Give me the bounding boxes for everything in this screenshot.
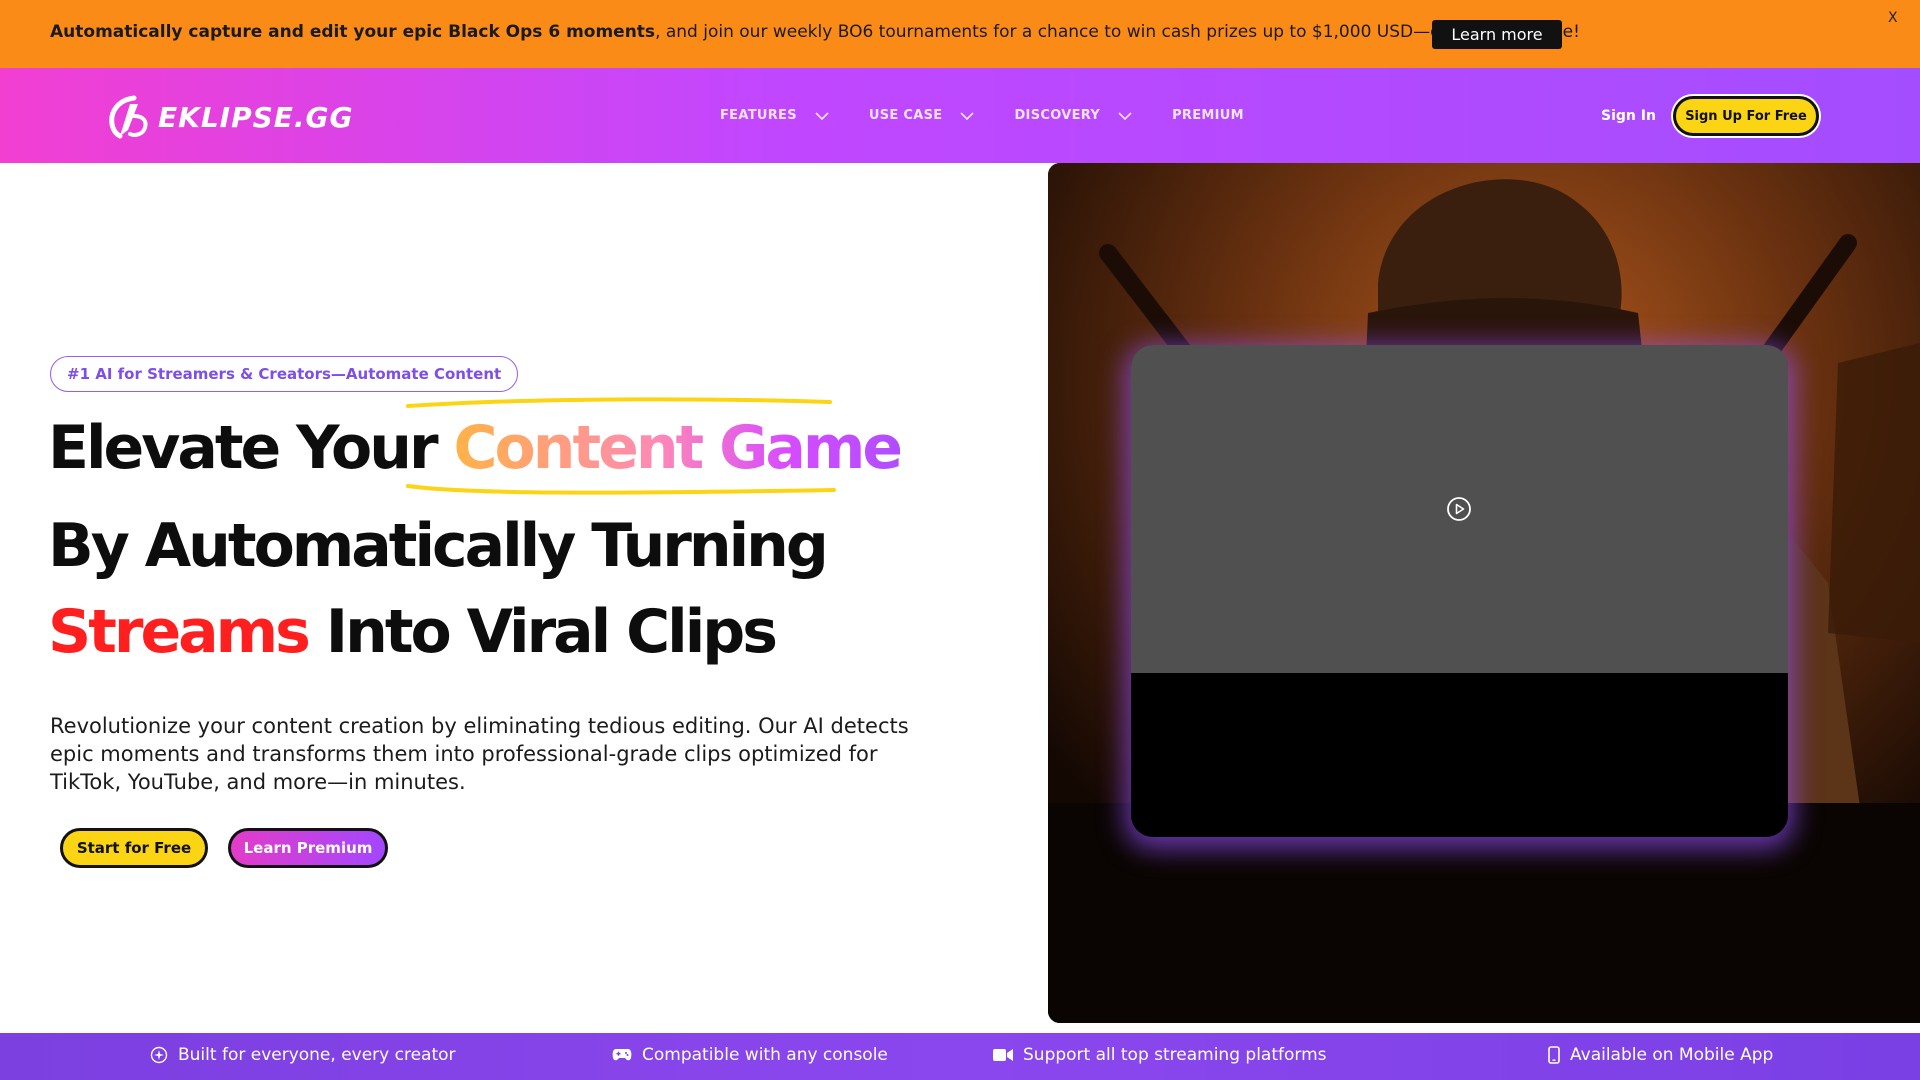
eklipse-logo[interactable]: EKLIPSE.GG xyxy=(104,94,354,140)
feature-label: Compatible with any console xyxy=(642,1045,888,1065)
start-for-free-button[interactable]: Start for Free xyxy=(60,828,208,868)
headline-text: Into Viral Clips xyxy=(307,597,778,667)
headline-line-2: By Automatically Turning xyxy=(48,511,829,581)
nav-item-label: FEATURES xyxy=(720,108,797,123)
nav-item-label: USE CASE xyxy=(868,108,943,123)
site-header: EKLIPSE.GG FEATURES USE CASE DISCOVERY P… xyxy=(0,68,1920,163)
nav-item-use-case[interactable]: USE CASE xyxy=(869,108,975,123)
feature-item-built-for-everyone: Built for everyone, every creator xyxy=(150,1045,456,1065)
hero-description: Revolutionize your content creation by e… xyxy=(50,714,909,794)
learn-more-button[interactable]: Learn more xyxy=(1432,20,1562,49)
promo-banner: Automatically capture and edit your epic… xyxy=(0,0,1920,68)
feature-label: Built for everyone, every creator xyxy=(178,1045,456,1065)
headline-text: Elevate Your xyxy=(48,413,454,483)
headline-highlight-content-game: Content Game xyxy=(453,413,903,483)
nav-item-label: PREMIUM xyxy=(1172,108,1244,123)
sign-up-button[interactable]: Sign Up For Free xyxy=(1673,96,1819,136)
video-camera-icon xyxy=(993,1049,1013,1061)
nav-item-premium[interactable]: PREMIUM xyxy=(1172,108,1244,123)
feature-strip: Built for everyone, every creator Compat… xyxy=(0,1033,1920,1080)
promo-text: Automatically capture and edit your epic… xyxy=(50,22,1580,42)
headline-highlight-streams: Streams xyxy=(48,597,311,667)
headline-line-1: Elevate Your Content Game xyxy=(48,418,903,478)
nav-item-discovery[interactable]: DISCOVERY xyxy=(1014,108,1132,123)
main-nav: FEATURES USE CASE DISCOVERY PREMIUM xyxy=(720,108,1284,123)
feature-item-any-console: Compatible with any console xyxy=(612,1045,888,1065)
underline-decoration xyxy=(406,484,836,495)
underline-decoration xyxy=(406,397,832,408)
chevron-down-icon xyxy=(1118,111,1132,120)
headline-line-3: Streams Into Viral Clips xyxy=(48,602,778,662)
sign-in-link[interactable]: Sign In xyxy=(1601,108,1656,124)
tagline-badge: #1 AI for Streamers & Creators—Automate … xyxy=(50,356,519,392)
play-icon[interactable] xyxy=(1446,496,1472,522)
demo-video-player[interactable] xyxy=(1131,345,1788,837)
eklipse-logo-icon xyxy=(109,95,148,139)
promo-bold-text: Automatically capture and edit your epic… xyxy=(50,22,656,42)
chevron-down-icon xyxy=(960,111,975,120)
gamepad-icon xyxy=(612,1049,632,1061)
feature-label: Available on Mobile App xyxy=(1570,1045,1774,1065)
sparkle-icon xyxy=(150,1046,168,1064)
mobile-phone-icon xyxy=(1548,1046,1560,1064)
chevron-down-icon xyxy=(815,111,829,120)
feature-item-mobile-app: Available on Mobile App xyxy=(1548,1045,1773,1065)
logo-text: EKLIPSE.GG xyxy=(158,100,354,134)
feature-label: Support all top streaming platforms xyxy=(1023,1045,1327,1065)
feature-item-streaming-platforms: Support all top streaming platforms xyxy=(993,1045,1327,1065)
nav-item-features[interactable]: FEATURES xyxy=(720,108,829,123)
nav-item-label: DISCOVERY xyxy=(1014,108,1101,123)
close-banner-button[interactable]: X xyxy=(1888,10,1898,26)
learn-premium-button[interactable]: Learn Premium xyxy=(228,828,388,868)
